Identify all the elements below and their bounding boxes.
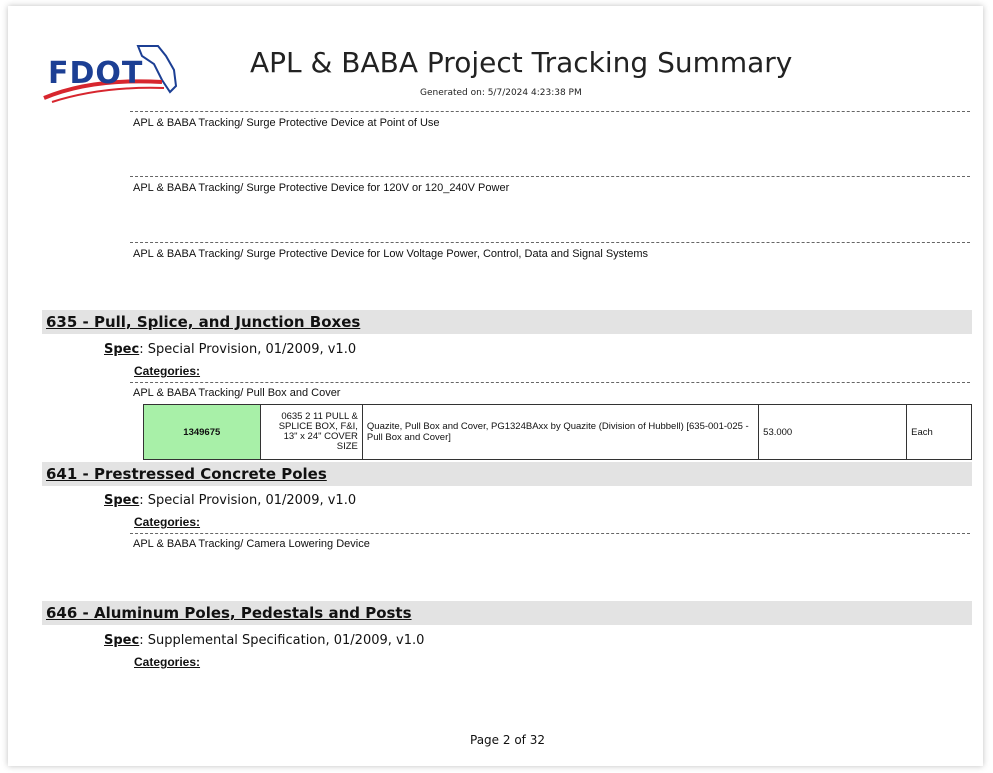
categories-label: Categories: [134, 515, 201, 529]
spec-label: Spec [104, 493, 140, 508]
page-number: Page 2 of 32 [470, 733, 545, 747]
categories-label: Categories: [134, 655, 201, 669]
spec-line: Spec: Special Provision, 01/2009, v1.0 [104, 493, 356, 508]
category-divider [130, 176, 970, 177]
fdot-logo: FDOT [42, 42, 182, 104]
section-header: 641 - Prestressed Concrete Poles [42, 462, 972, 486]
category-item: APL & BABA Tracking/ Surge Protective De… [133, 248, 649, 260]
section-header: 635 - Pull, Splice, and Junction Boxes [42, 310, 972, 334]
section-title: 646 - Aluminum Poles, Pedestals and Post… [46, 604, 412, 622]
category-divider [130, 242, 970, 243]
category-divider [130, 111, 970, 112]
spec-value: : Special Provision, 01/2009, v1.0 [139, 342, 357, 357]
item-quantity: 53.000 [758, 404, 908, 460]
spec-label: Spec [104, 633, 140, 648]
categories-label: Categories: [134, 364, 201, 378]
section-title: 641 - Prestressed Concrete Poles [46, 465, 327, 483]
item-product: Quazite, Pull Box and Cover, PG1324BAxx … [361, 404, 760, 460]
spec-value: : Special Provision, 01/2009, v1.0 [139, 493, 357, 508]
item-id: 1349675 [143, 404, 261, 460]
section-header: 646 - Aluminum Poles, Pedestals and Post… [42, 601, 972, 625]
item-table: 1349675 0635 2 11 PULL & SPLICE BOX, F&I… [143, 404, 972, 460]
category-item: APL & BABA Tracking/ Surge Protective De… [133, 117, 440, 129]
spec-label: Spec [104, 342, 140, 357]
category-divider [130, 533, 970, 534]
section-title: 635 - Pull, Splice, and Junction Boxes [46, 313, 361, 331]
item-description: 0635 2 11 PULL & SPLICE BOX, F&I, 13" x … [259, 404, 363, 460]
spec-line: Spec: Supplemental Specification, 01/200… [104, 633, 424, 648]
category-item: APL & BABA Tracking/ Surge Protective De… [133, 182, 510, 194]
table-row: 1349675 0635 2 11 PULL & SPLICE BOX, F&I… [143, 404, 972, 460]
spec-value: : Supplemental Specification, 01/2009, v… [139, 633, 425, 648]
logo-text: FDOT [48, 56, 144, 91]
category-item: APL & BABA Tracking/ Camera Lowering Dev… [133, 538, 370, 550]
item-unit: Each [906, 404, 972, 460]
page-title: APL & BABA Project Tracking Summary [250, 46, 793, 79]
spec-line: Spec: Special Provision, 01/2009, v1.0 [104, 342, 356, 357]
category-divider [130, 382, 970, 383]
category-item: APL & BABA Tracking/ Pull Box and Cover [133, 387, 341, 399]
generated-timestamp: Generated on: 5/7/2024 4:23:38 PM [420, 88, 582, 98]
